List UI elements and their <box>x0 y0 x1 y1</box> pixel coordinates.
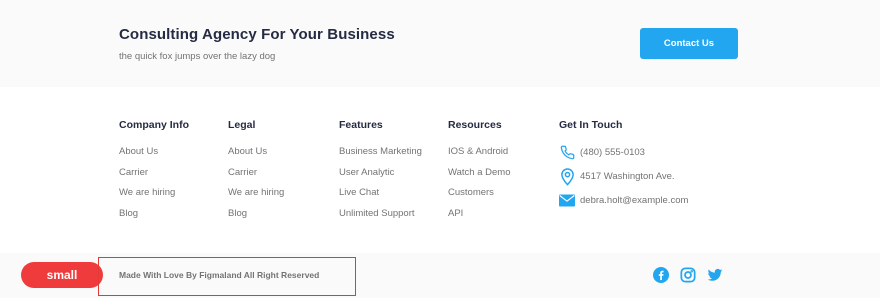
link-blog[interactable]: Blog <box>119 208 138 219</box>
link-unlimited-support[interactable]: Unlimited Support <box>339 208 415 219</box>
top-banner <box>0 0 880 87</box>
location-pin-icon <box>559 166 575 186</box>
instagram-icon[interactable] <box>680 267 696 283</box>
contact-address[interactable]: 4517 Washington Ave. <box>559 166 675 186</box>
facebook-icon[interactable] <box>653 267 669 283</box>
contact-phone[interactable]: (480) 555-0103 <box>559 143 645 161</box>
link-ios-android[interactable]: IOS & Android <box>448 146 508 157</box>
brand-title: Consulting Agency For Your Business <box>119 26 395 43</box>
link-legal-blog[interactable]: Blog <box>228 208 247 219</box>
column-title-company-info: Company Info <box>119 119 189 131</box>
column-title-features: Features <box>339 119 383 131</box>
contact-us-button[interactable]: Contact Us <box>640 28 738 59</box>
column-title-get-in-touch: Get In Touch <box>559 119 623 131</box>
brand-subtitle: the quick fox jumps over the lazy dog <box>119 51 276 62</box>
link-customers[interactable]: Customers <box>448 187 494 198</box>
link-legal-we-are-hiring[interactable]: We are hiring <box>228 187 284 198</box>
link-legal-carrier[interactable]: Carrier <box>228 167 257 178</box>
link-api[interactable]: API <box>448 208 463 219</box>
link-watch-a-demo[interactable]: Watch a Demo <box>448 167 510 178</box>
link-carrier[interactable]: Carrier <box>119 167 148 178</box>
link-we-are-hiring[interactable]: We are hiring <box>119 187 175 198</box>
link-user-analytic[interactable]: User Analytic <box>339 167 394 178</box>
contact-address-text: 4517 Washington Ave. <box>580 170 675 182</box>
copyright-text: Made With Love By Figmaland All Right Re… <box>119 270 320 280</box>
link-legal-about-us[interactable]: About Us <box>228 146 267 157</box>
column-title-legal: Legal <box>228 119 256 131</box>
contact-phone-text: (480) 555-0103 <box>580 146 645 158</box>
mail-icon <box>559 192 575 208</box>
phone-icon <box>559 144 575 160</box>
link-business-marketing[interactable]: Business Marketing <box>339 146 422 157</box>
link-live-chat[interactable]: Live Chat <box>339 187 379 198</box>
twitter-icon[interactable] <box>707 267 723 283</box>
column-title-resources: Resources <box>448 119 502 131</box>
annotation-tag: small <box>21 262 103 288</box>
link-about-us[interactable]: About Us <box>119 146 158 157</box>
contact-email[interactable]: debra.holt@example.com <box>559 191 688 209</box>
contact-email-text: debra.holt@example.com <box>580 194 689 206</box>
